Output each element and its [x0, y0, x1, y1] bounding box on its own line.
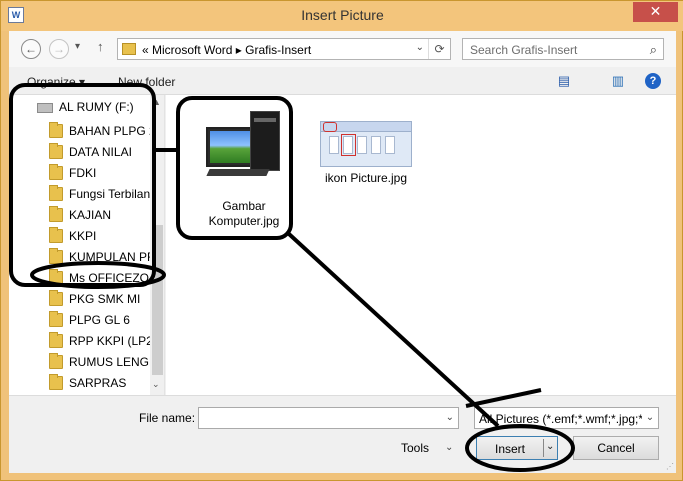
organize-menu[interactable]: Organize ▾	[27, 75, 85, 89]
chevron-down-icon[interactable]: ⌄	[445, 442, 453, 453]
tree-item-folder[interactable]: SARPRAS	[49, 373, 161, 393]
help-icon[interactable]: ?	[645, 73, 661, 89]
forward-button[interactable]: →	[49, 39, 69, 59]
tree-item-folder[interactable]: PLPG GL 6	[49, 310, 161, 330]
tree-item-label: PLPG GL 6	[69, 313, 130, 327]
file-type-value: All Pictures (*.emf;*.wmf;*.jpg;*	[479, 412, 644, 426]
scroll-down-icon[interactable]: ⌄	[152, 379, 160, 390]
address-dropdown-icon[interactable]: ⌄	[416, 42, 424, 53]
recent-locations-button[interactable]: ▾	[75, 41, 80, 52]
tree-item-label: KUMPULAN PR	[69, 250, 156, 264]
tree-item-folder[interactable]: DATA NILAI	[49, 142, 161, 162]
dialog-footer: File name: ⌄ All Pictures (*.emf;*.wmf;*…	[9, 395, 676, 473]
folder-icon	[49, 143, 63, 159]
tree-item-folder[interactable]: FDKI	[49, 163, 161, 183]
tree-item-folder[interactable]: RPP KKPI (LP2I)	[49, 331, 161, 351]
insert-label: Insert	[494, 442, 525, 456]
split-divider	[543, 439, 544, 457]
drive-icon	[37, 103, 53, 113]
file-list: Gambar Komputer.jpg ikon Picture.jpg	[166, 95, 676, 395]
tree-item-label: FDKI	[69, 166, 97, 180]
tree-item-folder[interactable]: Fungsi Terbilang	[49, 184, 161, 204]
scrollbar-thumb[interactable]	[152, 225, 163, 375]
file-name: Komputer.jpg	[208, 214, 280, 228]
new-folder-button[interactable]: New folder	[118, 75, 175, 89]
preview-pane-icon[interactable]: ▥	[609, 73, 627, 89]
ribbon-thumbnail	[320, 121, 412, 167]
tree-item-folder[interactable]: KUMPULAN PR	[49, 247, 161, 267]
tree-item-label: KAJIAN	[69, 208, 112, 222]
folder-icon	[49, 122, 63, 138]
folder-icon	[49, 248, 63, 264]
tree-item-label: Fungsi Terbilang	[69, 187, 157, 201]
dialog-body: ← → ▾ ↑ « Microsoft Word ▸ Grafis-Insert…	[9, 31, 676, 473]
tree-scrollbar[interactable]: ▲ ⌄	[150, 95, 164, 395]
tree-item-label: DATA NILAI	[69, 145, 132, 159]
folder-icon	[49, 290, 63, 306]
file-name: ikon Picture.jpg	[324, 171, 408, 185]
chevron-down-icon[interactable]: ⌄	[642, 408, 658, 428]
file-type-select[interactable]: All Pictures (*.emf;*.wmf;*.jpg;* ⌄	[474, 407, 659, 429]
tree-item-folder[interactable]: KAJIAN	[49, 205, 161, 225]
dialog-title: Insert Picture	[301, 7, 384, 23]
tree-item-label: Ms OFFICEZON	[69, 271, 158, 285]
folder-icon	[49, 227, 63, 243]
refresh-icon[interactable]: ⟳	[428, 39, 450, 59]
folder-icon	[49, 374, 63, 390]
tree-item-label: KKPI	[69, 229, 97, 243]
resize-grip-icon[interactable]: ⋰	[666, 462, 674, 471]
tree-item-label: SARPRAS	[69, 376, 127, 390]
tree-item-folder[interactable]: RUMUS LENGK	[49, 352, 161, 372]
computer-thumbnail	[206, 111, 286, 179]
scroll-up-icon[interactable]: ▲	[152, 97, 161, 107]
tools-menu[interactable]: Tools	[401, 441, 429, 455]
folder-icon	[49, 332, 63, 348]
tree-item-folder[interactable]: BAHAN PLPG 2	[49, 121, 161, 141]
breadcrumb[interactable]: « Microsoft Word ▸ Grafis-Insert	[142, 43, 311, 57]
back-button[interactable]: ←	[21, 39, 41, 59]
folder-icon	[49, 353, 63, 369]
file-name: Gambar	[222, 199, 266, 213]
dialog-window: W Insert Picture ✕ ← → ▾ ↑ « Microsoft W…	[0, 0, 683, 481]
cancel-button[interactable]: Cancel	[573, 436, 659, 460]
chevron-down-icon[interactable]: ⌄	[446, 412, 454, 423]
tree-item-label: RUMUS LENGK	[69, 355, 158, 369]
tree-item-drive[interactable]: AL RUMY (F:)	[59, 100, 134, 114]
file-name-field[interactable]: ⌄	[198, 407, 459, 429]
close-button[interactable]: ✕	[633, 2, 678, 22]
tree-item-label: RPP KKPI (LP2I)	[69, 334, 161, 348]
insert-button[interactable]: Insert ⌄	[476, 436, 558, 460]
folder-icon	[49, 206, 63, 222]
search-input[interactable]: Search Grafis-Insert	[470, 43, 577, 57]
up-button[interactable]: ↑	[97, 39, 104, 54]
tree-item-label: BAHAN PLPG 2	[69, 124, 156, 138]
insert-options-icon[interactable]: ⌄	[546, 441, 554, 452]
search-box[interactable]: Search Grafis-Insert ⌕	[462, 38, 664, 60]
title-bar[interactable]: W Insert Picture ✕	[1, 1, 683, 31]
navigation-bar: ← → ▾ ↑ « Microsoft Word ▸ Grafis-Insert…	[9, 31, 676, 67]
view-options-icon[interactable]: ▤	[555, 73, 573, 89]
folder-icon	[49, 185, 63, 201]
navigation-pane: AL RUMY (F:) BAHAN PLPG 2 DATA NILAI FDK…	[9, 95, 165, 395]
folder-icon	[122, 43, 136, 55]
command-bar: Organize ▾ New folder ▤ ▥ ?	[9, 67, 676, 95]
search-icon[interactable]: ⌕	[650, 42, 657, 58]
folder-icon	[49, 164, 63, 180]
tree-item-folder[interactable]: PKG SMK MI	[49, 289, 161, 309]
tree-item-label: PKG SMK MI	[69, 292, 141, 306]
file-name-label: File name:	[139, 411, 196, 425]
folder-icon	[49, 269, 63, 285]
tree-item-folder[interactable]: KKPI	[49, 226, 161, 246]
address-bar[interactable]: « Microsoft Word ▸ Grafis-Insert ⌄ ⟳	[117, 38, 451, 60]
folder-icon	[49, 311, 63, 327]
tree-item-folder[interactable]: Ms OFFICEZON	[49, 268, 161, 288]
